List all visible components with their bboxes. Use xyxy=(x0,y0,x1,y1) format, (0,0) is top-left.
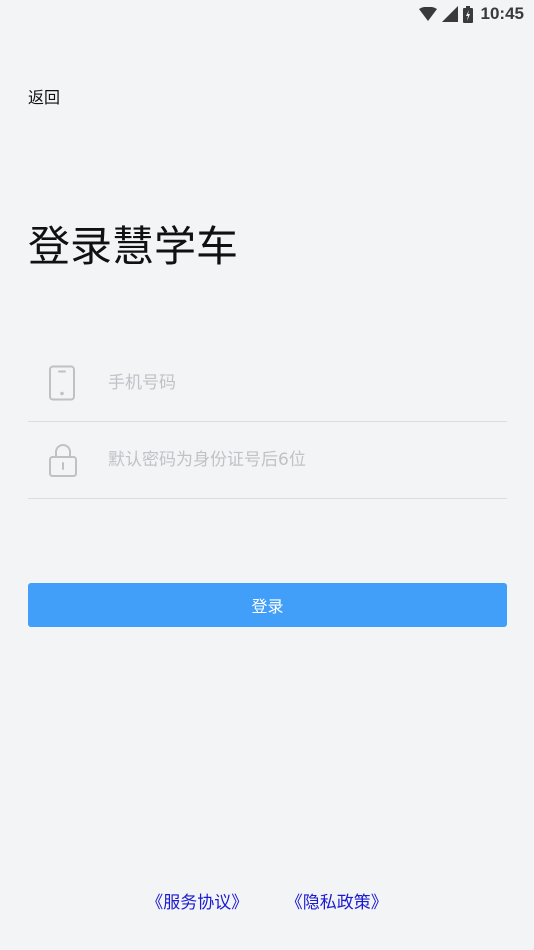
back-button[interactable]: 返回 xyxy=(28,87,60,109)
lock-icon xyxy=(28,442,108,478)
status-time: 10:45 xyxy=(480,4,524,23)
service-agreement-link[interactable]: 《服务协议》 xyxy=(146,893,248,913)
page-title: 登录慧学车 xyxy=(28,222,239,271)
login-button[interactable]: 登录 xyxy=(28,583,507,627)
phone-input[interactable] xyxy=(108,372,488,393)
privacy-policy-link[interactable]: 《隐私政策》 xyxy=(286,893,388,913)
status-icons: 10:45 xyxy=(418,3,524,25)
password-input[interactable] xyxy=(108,449,488,470)
password-field xyxy=(28,421,507,499)
signal-icon xyxy=(441,6,458,22)
phone-field xyxy=(28,344,507,422)
battery-icon xyxy=(462,5,473,23)
wifi-icon xyxy=(418,7,437,21)
phone-icon xyxy=(28,365,108,401)
status-bar: 10:45 xyxy=(0,0,534,28)
footer-links: 《服务协议》 《隐私政策》 xyxy=(0,891,534,915)
